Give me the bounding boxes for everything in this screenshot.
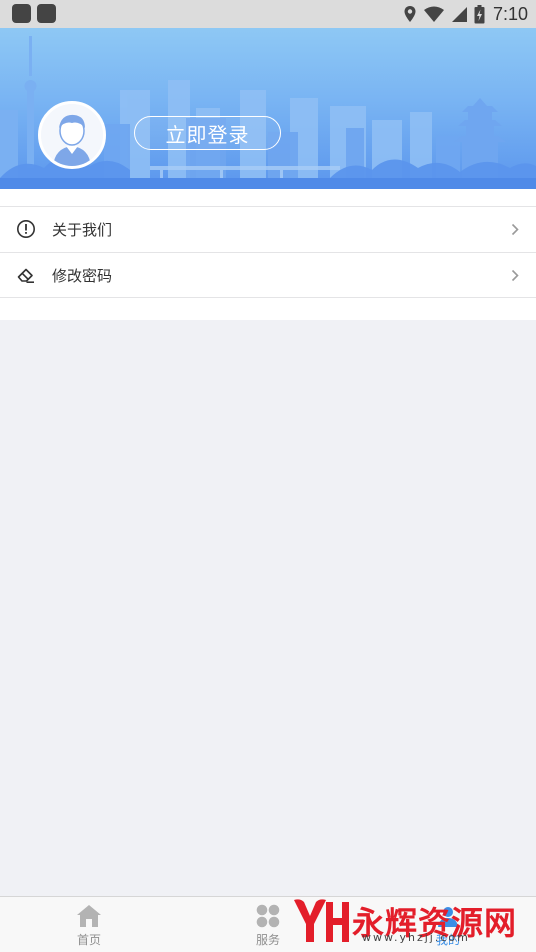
header-spacer: [0, 189, 536, 206]
watermark-yh-logo-icon: [294, 899, 349, 942]
location-icon: [404, 6, 416, 22]
menu-item-label: 关于我们: [52, 221, 113, 239]
menu-item-label: 修改密码: [52, 266, 113, 285]
tab-services-label: 服务: [255, 933, 280, 947]
login-button[interactable]: 立即登录: [134, 116, 281, 150]
status-bar: 7:10: [0, 0, 536, 28]
tab-home-label: 首页: [76, 933, 101, 947]
tab-home[interactable]: 首页: [29, 897, 149, 952]
app-notification-icon: [37, 4, 56, 23]
user-avatar-icon[interactable]: [38, 101, 106, 169]
clock-time: 7:10: [492, 3, 528, 24]
signal-icon: [451, 6, 467, 22]
battery-charging-icon: [474, 4, 485, 23]
info-circle-icon: [17, 220, 35, 238]
profile-header: 立即登录: [0, 28, 536, 189]
menu-item-about-us[interactable]: 关于我们: [0, 207, 536, 252]
home-icon: [77, 905, 101, 927]
chevron-right-icon: [511, 223, 519, 236]
grid-icon: [256, 904, 280, 928]
app-notification-icon: [12, 4, 31, 23]
watermark-logo: 永辉资源网 www.yhzjj.com: [290, 892, 530, 948]
wifi-icon: [423, 6, 444, 22]
chevron-right-icon: [511, 269, 519, 282]
settings-menu: 关于我们 修改密码: [0, 206, 536, 298]
watermark-url: www.yhzjj.com: [362, 931, 470, 944]
menu-item-change-password[interactable]: 修改密码: [0, 252, 536, 297]
eraser-icon: [17, 268, 34, 283]
menu-footer-spacer: [0, 298, 536, 320]
